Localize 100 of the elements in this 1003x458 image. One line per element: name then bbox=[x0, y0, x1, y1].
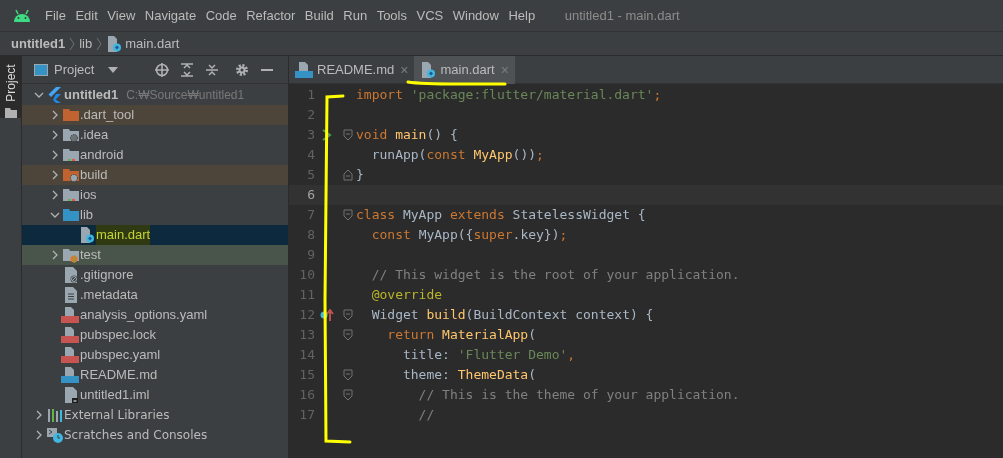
fold-icon bbox=[342, 129, 353, 141]
test-folder-icon bbox=[63, 247, 79, 263]
menu-item[interactable]: Refactor bbox=[246, 5, 296, 26]
line-number: 1 bbox=[306, 86, 315, 105]
panel-icon bbox=[34, 63, 48, 76]
file-name: main.dart bbox=[96, 225, 151, 245]
code-line: const MyApp({super.key}); bbox=[370, 226, 568, 245]
file-name: .dart_tool bbox=[80, 106, 135, 125]
menu-item[interactable]: Window bbox=[452, 5, 499, 26]
yaml-file-icon bbox=[61, 347, 79, 363]
editor-tab[interactable]: main.dart × bbox=[414, 56, 515, 84]
line-number: 12 bbox=[298, 306, 315, 325]
menu-item[interactable]: Run bbox=[343, 5, 368, 26]
fold-icon bbox=[342, 329, 353, 341]
tree-item[interactable]: analysis_options.yaml bbox=[22, 305, 288, 325]
tree-item[interactable]: README.md bbox=[22, 365, 288, 385]
line-number: 14 bbox=[298, 346, 315, 365]
dart-file-icon bbox=[106, 35, 123, 52]
fold-icon bbox=[342, 389, 353, 401]
tree-item[interactable]: untitled1 C:₩Source₩untitled1 bbox=[22, 85, 288, 105]
folder-icon bbox=[4, 108, 17, 118]
code-line: // This widget is the root of your application. bbox=[370, 266, 740, 285]
tree-item[interactable]: .idea bbox=[22, 125, 288, 145]
scratches-icon bbox=[47, 427, 63, 443]
line-number: 9 bbox=[306, 246, 315, 265]
line-number: 3 bbox=[306, 126, 315, 145]
line-number: 15 bbox=[298, 366, 315, 385]
folder-icon bbox=[63, 147, 79, 163]
line-number: 6 bbox=[306, 186, 315, 205]
menu-item[interactable]: Navigate bbox=[144, 5, 197, 26]
code-line: runApp(const MyApp()); bbox=[370, 146, 544, 165]
settings-icon[interactable] bbox=[235, 62, 250, 77]
file-name: External Libraries bbox=[64, 407, 170, 424]
file-name: test bbox=[80, 246, 101, 265]
menu-item[interactable]: Code bbox=[205, 5, 237, 26]
menu-item[interactable]: View bbox=[107, 5, 136, 26]
project-view-dropdown[interactable]: Project bbox=[54, 59, 95, 80]
tree-item[interactable]: untitled1.iml bbox=[22, 385, 288, 405]
tree-item[interactable]: lib bbox=[22, 205, 288, 225]
dart-file-icon bbox=[420, 62, 437, 78]
menu-item[interactable]: File bbox=[45, 5, 66, 26]
minimize-icon[interactable] bbox=[261, 68, 274, 71]
chevron-icon bbox=[95, 36, 104, 51]
menu-item[interactable]: Help bbox=[508, 5, 536, 26]
tree-item[interactable]: .metadata bbox=[22, 285, 288, 305]
folder-icon bbox=[63, 207, 79, 223]
caret-icon[interactable] bbox=[108, 66, 119, 73]
menu-item[interactable]: Build bbox=[304, 5, 334, 26]
menu-item[interactable]: Edit bbox=[75, 5, 98, 26]
line-number: 4 bbox=[306, 146, 315, 165]
line-number: 5 bbox=[306, 166, 315, 185]
code-line: } bbox=[356, 166, 364, 185]
line-number: 11 bbox=[298, 286, 315, 305]
code-line: Widget build(BuildContext context) { bbox=[370, 306, 654, 325]
tree-item[interactable]: pubspec.yaml bbox=[22, 345, 288, 365]
tree-item[interactable]: build bbox=[22, 165, 288, 185]
file-name: untitled1.iml bbox=[80, 386, 150, 405]
collapse-all-icon[interactable] bbox=[205, 62, 220, 77]
file-name: analysis_options.yaml bbox=[80, 306, 208, 325]
file-name: Scratches and Consoles bbox=[64, 427, 208, 444]
menu-item[interactable]: Tools bbox=[376, 5, 407, 26]
yaml-file-icon bbox=[61, 327, 79, 343]
code-line: import 'package:flutter/material.dart'; bbox=[356, 86, 662, 105]
code-line: return MaterialApp( bbox=[386, 326, 536, 345]
menu-item[interactable]: VCS bbox=[416, 5, 444, 26]
tree-item[interactable]: ios bbox=[22, 185, 288, 205]
code-line: title: 'Flutter Demo', bbox=[401, 346, 576, 365]
folder-icon bbox=[63, 107, 79, 123]
file-name: README.md bbox=[80, 366, 158, 385]
yaml-file-icon bbox=[61, 307, 79, 323]
markdown-file-icon bbox=[61, 367, 79, 383]
override-icon bbox=[320, 309, 334, 321]
file-name: .idea bbox=[80, 126, 109, 145]
expand-all-icon[interactable] bbox=[180, 62, 195, 77]
tree-item[interactable]: test bbox=[22, 245, 288, 265]
locate-icon[interactable] bbox=[155, 62, 170, 77]
line-number: 13 bbox=[298, 326, 315, 345]
file-icon bbox=[63, 267, 79, 283]
flutter-icon bbox=[47, 87, 63, 103]
file-name: android bbox=[80, 146, 124, 165]
line-number: 2 bbox=[306, 106, 315, 125]
folder-gear-icon bbox=[63, 167, 79, 183]
tree-item[interactable]: Scratches and Consoles bbox=[22, 425, 288, 445]
tree-item[interactable]: External Libraries bbox=[22, 405, 288, 425]
tree-item[interactable]: main.dart bbox=[22, 225, 288, 245]
tree-item[interactable]: .dart_tool bbox=[22, 105, 288, 125]
breadcrumb-item[interactable]: main.dart bbox=[125, 33, 180, 54]
fold-icon bbox=[342, 169, 353, 181]
breadcrumb-item[interactable]: lib bbox=[79, 33, 93, 54]
code-line: // bbox=[417, 406, 435, 425]
tree-item[interactable]: android bbox=[22, 145, 288, 165]
editor-tab[interactable]: README.md × bbox=[289, 56, 415, 84]
code-line: @override bbox=[370, 286, 443, 305]
tree-item[interactable]: pubspec.lock bbox=[22, 325, 288, 345]
file-name: build bbox=[80, 166, 108, 185]
line-number: 10 bbox=[298, 266, 315, 285]
breadcrumb-item[interactable]: untitled1 bbox=[11, 33, 66, 54]
project-side-tab[interactable]: Project bbox=[0, 56, 21, 118]
file-name: pubspec.lock bbox=[80, 326, 156, 345]
tree-item[interactable]: .gitignore bbox=[22, 265, 288, 285]
